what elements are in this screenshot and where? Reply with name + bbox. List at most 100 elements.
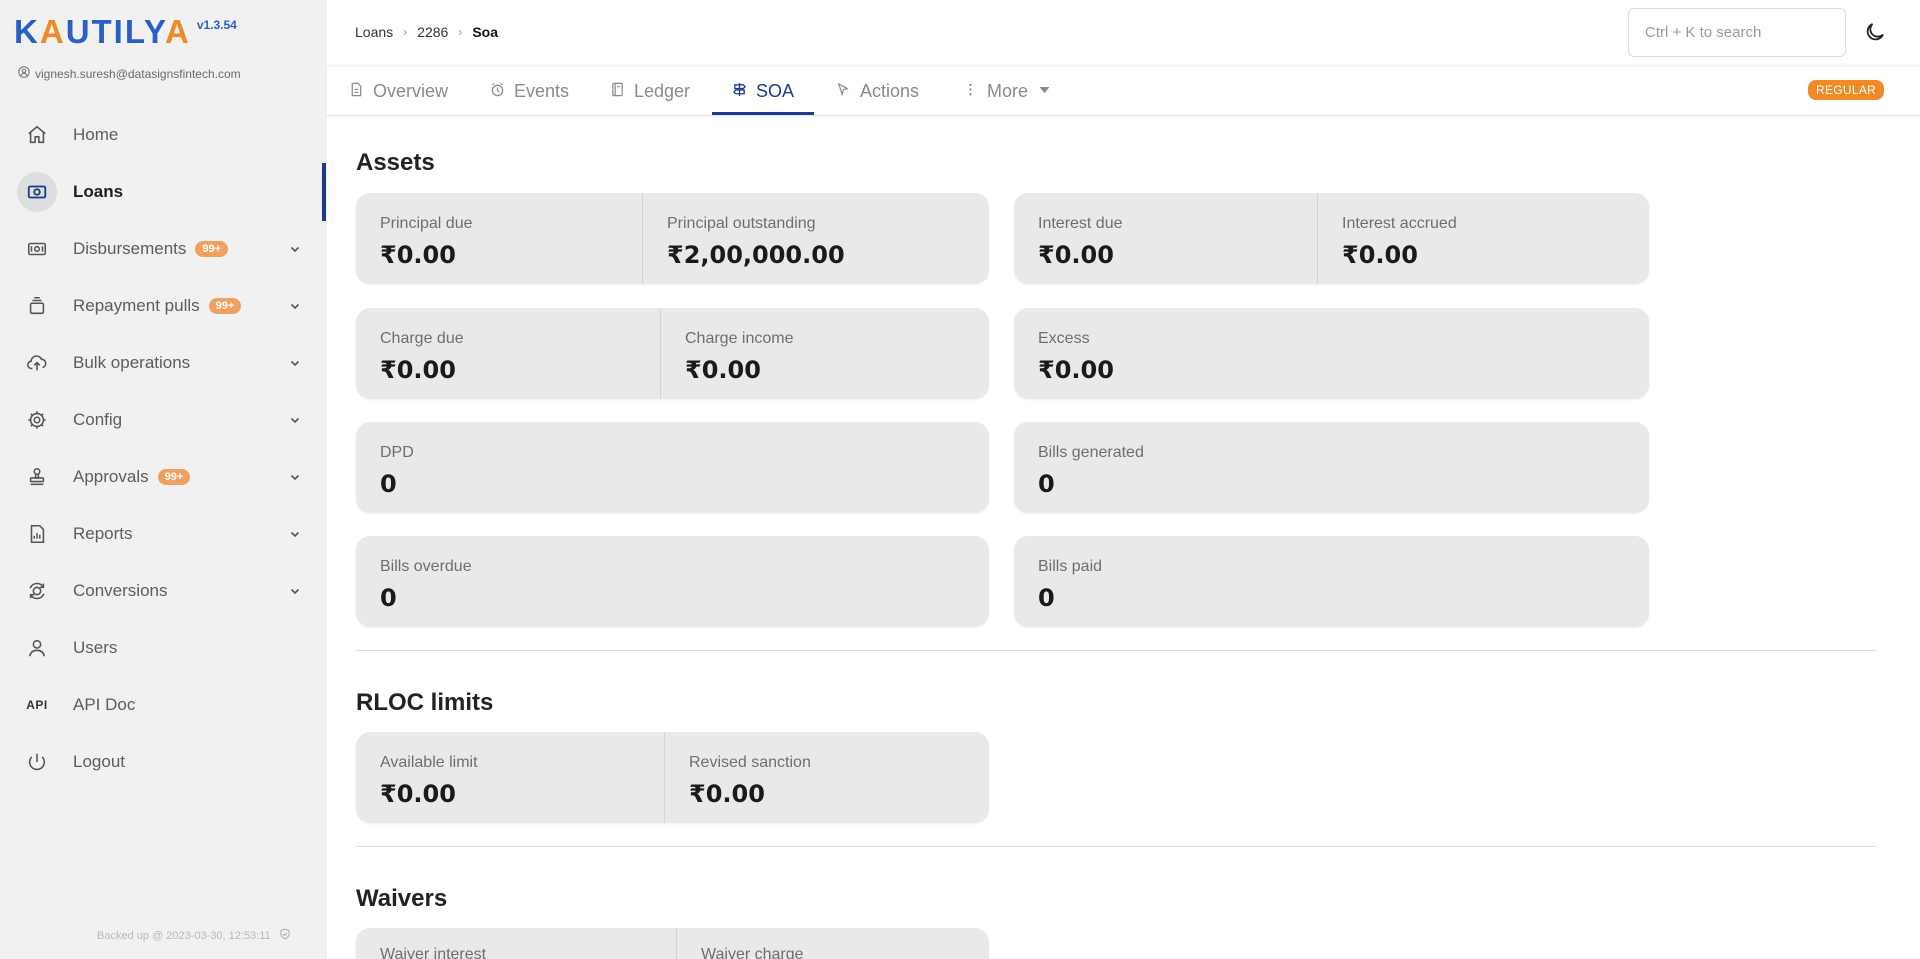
conversion-icon (24, 578, 50, 604)
signpost-icon (732, 81, 747, 102)
loans-icon (17, 171, 57, 212)
status-badge: REGULAR (1808, 80, 1885, 100)
section-title-rloc: RLOC limits (356, 689, 494, 716)
card-interest: Interest due ₹0.00 Interest accrued ₹0.0… (1014, 193, 1649, 284)
stat-label: Bills overdue (380, 558, 472, 575)
stat-label: Interest due (1038, 215, 1123, 232)
user-email-text: vignesh.suresh@datasignsfintech.com (35, 66, 241, 81)
stat-label: Available limit (380, 754, 478, 771)
card-bills-overdue: Bills overdue 0 (356, 536, 989, 627)
chevron-down-icon (289, 242, 301, 254)
tab-soa[interactable]: SOA (732, 66, 794, 116)
sidebar-item-label: Users (73, 637, 118, 657)
breadcrumb-item-loan-id[interactable]: 2286 (417, 24, 448, 40)
logo-wordmark: KAUTILYA (14, 13, 191, 50)
card-principal: Principal due ₹0.00 Principal outstandin… (356, 193, 989, 284)
card-bills-paid: Bills paid 0 (1014, 536, 1649, 627)
cursor-icon (836, 81, 851, 102)
section-divider (356, 650, 1876, 651)
stat-value: 0 (1038, 584, 1055, 612)
report-icon (24, 521, 50, 547)
chevron-down-icon (289, 413, 301, 425)
stat-label: DPD (380, 444, 414, 461)
sidebar-item-users[interactable]: Users (0, 619, 327, 676)
sidebar-item-label: Repayment pulls (73, 295, 200, 315)
sidebar-item-reports[interactable]: Reports (0, 505, 327, 562)
moon-icon[interactable] (1863, 20, 1887, 44)
api-icon: API (24, 692, 50, 718)
sidebar-item-home[interactable]: Home (0, 106, 327, 163)
sidebar-item-label: Home (73, 124, 119, 144)
tab-actions[interactable]: Actions (836, 66, 919, 116)
sidebar-item-label: Conversions (73, 580, 168, 600)
count-badge: 99+ (195, 240, 229, 257)
kebab-icon (963, 81, 978, 102)
app-logo[interactable]: KAUTILYA v1.3.54 (14, 14, 237, 50)
card-waivers: Waiver interest Waiver charge (356, 928, 989, 959)
alarm-icon (490, 81, 505, 102)
count-badge: 99+ (208, 297, 242, 314)
sidebar-item-api-doc[interactable]: API API Doc (0, 676, 327, 733)
section-divider (356, 846, 1876, 847)
sidebar-item-label: Disbursements (73, 238, 187, 258)
chevron-down-icon (289, 356, 301, 368)
search-input[interactable] (1628, 8, 1846, 57)
card-charges: Charge due ₹0.00 Charge income ₹0.00 (356, 308, 989, 399)
tab-ledger[interactable]: Ledger (610, 66, 690, 116)
caret-down-icon (1037, 81, 1052, 102)
stamp-icon (24, 464, 50, 490)
tab-overview[interactable]: Overview (349, 66, 448, 116)
sidebar-item-label: API Doc (73, 694, 136, 714)
interest-due: Interest due ₹0.00 (1014, 193, 1317, 284)
sidebar-item-approvals[interactable]: Approvals 99+ (0, 448, 327, 505)
tab-more[interactable]: More (963, 66, 1052, 116)
chevron-down-icon (289, 527, 301, 539)
active-indicator (322, 163, 326, 221)
backup-status: Backed up @ 2023-03-30, 12:53:11 (97, 928, 291, 943)
sidebar-item-config[interactable]: Config (0, 391, 327, 448)
sidebar-item-label: Loans (73, 181, 124, 201)
disbursement-icon (24, 236, 50, 262)
chevron-down-icon (289, 470, 301, 482)
sidebar-item-conversions[interactable]: Conversions (0, 562, 327, 619)
tab-events[interactable]: Events (490, 66, 569, 116)
active-tab-underline (712, 112, 814, 115)
tab-bar: Overview Events Ledger SOA Actions More … (327, 66, 1920, 116)
user-icon (24, 635, 50, 661)
stat-label: Revised sanction (689, 754, 811, 771)
backup-text: Backed up @ 2023-03-30, 12:53:11 (97, 929, 271, 942)
waiver-charge: Waiver charge (676, 928, 989, 959)
tab-label: Actions (860, 80, 920, 101)
sidebar-item-repayment-pulls[interactable]: Repayment pulls 99+ (0, 277, 327, 334)
stat-value: 0 (1038, 470, 1055, 498)
stat-value: ₹0.00 (1342, 241, 1418, 269)
revised-sanction: Revised sanction ₹0.00 (664, 732, 989, 823)
power-icon (24, 749, 50, 775)
tab-label: Ledger (634, 80, 691, 101)
count-badge: 99+ (157, 468, 191, 485)
stat-label: Principal due (380, 215, 473, 232)
card-bills-generated: Bills generated 0 (1014, 422, 1649, 513)
tab-label: SOA (756, 80, 795, 101)
sidebar-item-label: Reports (73, 523, 133, 543)
stat-value: ₹0.00 (685, 356, 761, 384)
sidebar-item-loans[interactable]: Loans (0, 163, 327, 220)
sidebar-item-logout[interactable]: Logout (0, 733, 327, 790)
sidebar-item-label: Bulk operations (73, 352, 191, 372)
stat-value: ₹0.00 (1038, 356, 1114, 384)
sidebar-item-label: Approvals (73, 466, 149, 486)
sidebar-nav: Home Loans Disbursements 99+ Repayment p… (0, 106, 327, 790)
breadcrumb-item-loans[interactable]: Loans (355, 24, 393, 40)
shield-check-icon (279, 928, 291, 943)
stat-value: ₹0.00 (380, 241, 456, 269)
top-bar: Loans › 2286 › Soa (327, 0, 1920, 66)
chevron-down-icon (289, 299, 301, 311)
stat-label: Waiver interest (380, 946, 487, 959)
sidebar-item-bulk-operations[interactable]: Bulk operations (0, 334, 327, 391)
sidebar-item-disbursements[interactable]: Disbursements 99+ (0, 220, 327, 277)
bills-generated: Bills generated 0 (1014, 422, 1649, 513)
stat-value: ₹0.00 (1038, 241, 1114, 269)
chevron-right-icon: › (458, 25, 463, 39)
card-dpd: DPD 0 (356, 422, 989, 513)
tab-label: Overview (373, 80, 449, 101)
